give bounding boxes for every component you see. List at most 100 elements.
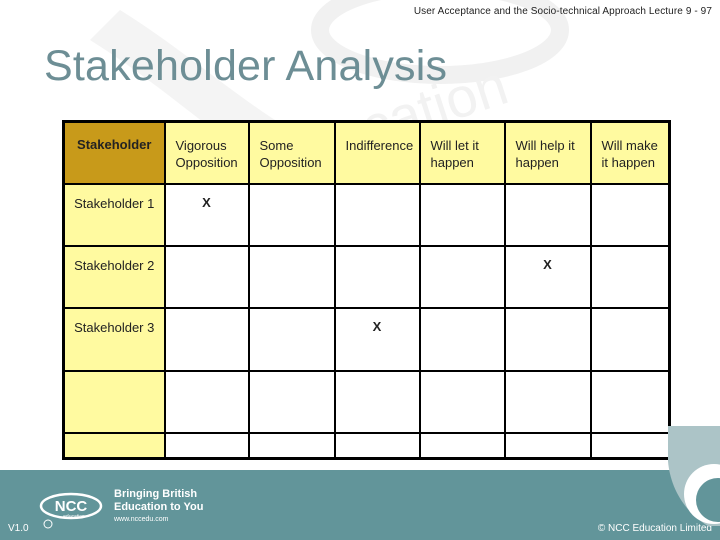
cell-mark bbox=[336, 185, 419, 195]
table-cell bbox=[333, 431, 421, 460]
cell-mark bbox=[421, 372, 504, 382]
row-label-text bbox=[65, 434, 164, 444]
cell-mark bbox=[592, 309, 669, 319]
tagline-line-2: Education to You bbox=[114, 501, 204, 513]
table-cell bbox=[418, 431, 506, 460]
tagline-line-1: Bringing British bbox=[114, 488, 198, 500]
column-header-label: Will make it happen bbox=[601, 138, 658, 170]
column-header-label: Will let it happen bbox=[430, 138, 479, 170]
cell-mark bbox=[250, 309, 334, 319]
table-cell bbox=[589, 431, 671, 460]
cell-mark: X bbox=[372, 318, 382, 334]
column-header-some-opposition: Some Opposition bbox=[247, 120, 336, 185]
table-cell bbox=[418, 244, 506, 309]
column-header-will-make: Will make it happen bbox=[589, 120, 671, 185]
table-cell bbox=[247, 182, 336, 247]
table-cell bbox=[333, 244, 421, 309]
column-header-vigorous-opposition: Vigorous Opposition bbox=[163, 120, 250, 185]
column-header-label: Indifference bbox=[345, 138, 414, 153]
table-row: Stakeholder 3 X bbox=[62, 306, 671, 372]
cell-mark bbox=[250, 372, 334, 382]
lecture-header: User Acceptance and the Socio-technical … bbox=[413, 6, 712, 17]
cell-mark: X bbox=[543, 256, 552, 272]
table-cell bbox=[503, 431, 592, 460]
row-label-text: Stakeholder 3 bbox=[74, 319, 155, 335]
logo-subtext: education bbox=[63, 514, 85, 520]
cell-mark bbox=[421, 434, 504, 444]
table-cell bbox=[589, 244, 671, 309]
column-header-will-help: Will help it happen bbox=[503, 120, 592, 185]
footer-tagline: Bringing British Education to You www.nc… bbox=[114, 488, 203, 523]
cell-mark bbox=[592, 185, 669, 195]
table-cell bbox=[503, 369, 592, 434]
stakeholder-table: Stakeholder Vigorous Opposition Some Opp… bbox=[62, 120, 671, 460]
ncc-education-logo: NCC education bbox=[39, 492, 103, 529]
table-cell bbox=[247, 369, 336, 434]
table-cell bbox=[589, 369, 671, 434]
shield-decoration-icon bbox=[668, 426, 720, 526]
cell-mark bbox=[506, 434, 590, 444]
row-label: Stakeholder 2 bbox=[62, 244, 166, 309]
table-row bbox=[62, 431, 671, 460]
footer-url: www.nccedu.com bbox=[114, 516, 169, 523]
row-label-text: Stakeholder 1 bbox=[74, 195, 155, 211]
slide-title: Stakeholder Analysis bbox=[44, 42, 448, 90]
table-cell bbox=[418, 182, 506, 247]
column-header-stakeholder: Stakeholder bbox=[62, 120, 166, 185]
cell-mark bbox=[166, 247, 248, 257]
table-cell bbox=[589, 182, 671, 247]
table-cell bbox=[247, 431, 336, 460]
cell-mark bbox=[421, 309, 504, 319]
cell-mark bbox=[506, 185, 590, 195]
cell-mark bbox=[592, 247, 669, 257]
table-cell: X bbox=[503, 244, 592, 309]
table-cell bbox=[333, 369, 421, 434]
row-label bbox=[62, 369, 166, 434]
cell-mark bbox=[166, 434, 248, 444]
cell-mark bbox=[592, 434, 669, 444]
cell-mark bbox=[592, 372, 669, 382]
cell-mark bbox=[421, 185, 504, 195]
table-cell bbox=[503, 306, 592, 372]
table-cell bbox=[163, 306, 250, 372]
cell-mark bbox=[250, 185, 334, 195]
table-cell bbox=[333, 182, 421, 247]
cell-mark bbox=[336, 372, 419, 382]
column-header-label: Vigorous Opposition bbox=[175, 138, 238, 170]
cell-mark bbox=[336, 247, 419, 257]
row-label-text: Stakeholder 2 bbox=[74, 257, 155, 273]
table-cell bbox=[418, 369, 506, 434]
table-cell bbox=[247, 244, 336, 309]
cell-mark bbox=[336, 434, 419, 444]
table-cell: X bbox=[333, 306, 421, 372]
table-cell bbox=[163, 244, 250, 309]
table-header-row: Stakeholder Vigorous Opposition Some Opp… bbox=[62, 120, 671, 185]
table-row: Stakeholder 2 X bbox=[62, 244, 671, 309]
logo-text: NCC bbox=[55, 498, 88, 515]
table-cell bbox=[503, 182, 592, 247]
row-label-text bbox=[65, 372, 164, 382]
column-header-label: Will help it happen bbox=[515, 138, 575, 170]
column-header-label: Stakeholder bbox=[77, 137, 152, 152]
row-label bbox=[62, 431, 166, 460]
row-label: Stakeholder 3 bbox=[62, 306, 166, 372]
column-header-label: Some Opposition bbox=[259, 138, 322, 170]
version-label: V1.0 bbox=[8, 523, 29, 534]
cell-mark: X bbox=[202, 194, 211, 210]
column-header-will-let: Will let it happen bbox=[418, 120, 506, 185]
cell-mark bbox=[166, 372, 248, 382]
cell-mark bbox=[421, 247, 504, 257]
cell-mark bbox=[250, 434, 334, 444]
cell-mark bbox=[506, 372, 590, 382]
row-label: Stakeholder 1 bbox=[62, 182, 166, 247]
table-cell bbox=[589, 306, 671, 372]
cell-mark bbox=[166, 309, 248, 319]
cell-mark bbox=[506, 309, 590, 319]
table-cell bbox=[163, 369, 250, 434]
table-row: Stakeholder 1 X bbox=[62, 182, 671, 247]
table-cell bbox=[163, 431, 250, 460]
table-cell: X bbox=[163, 182, 250, 247]
cell-mark bbox=[250, 247, 334, 257]
column-header-indifference: Indifference bbox=[333, 120, 421, 185]
table-cell bbox=[247, 306, 336, 372]
